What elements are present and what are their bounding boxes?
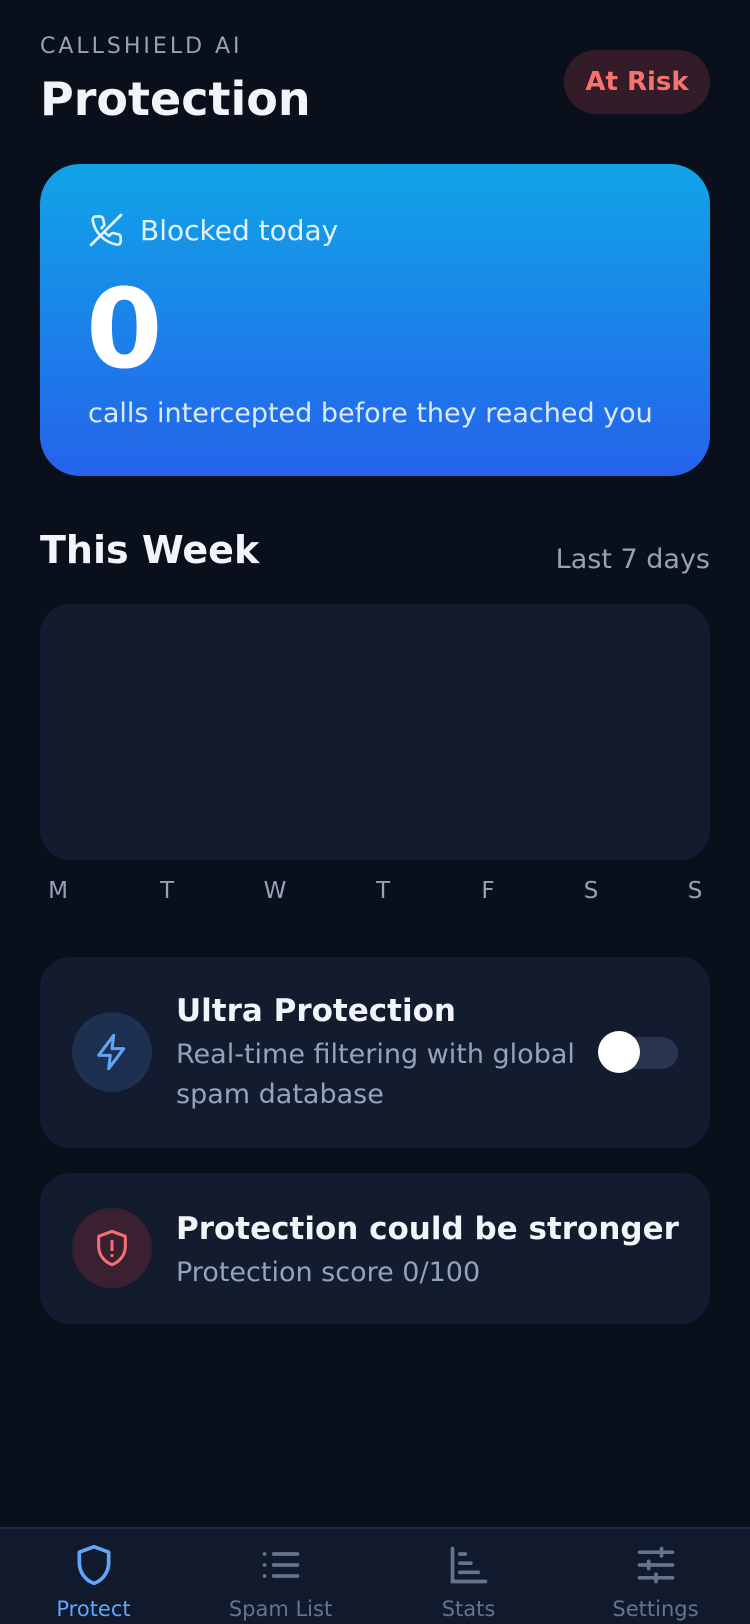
week-range-label: Last 7 days — [555, 544, 710, 575]
bar-chart-icon — [450, 1546, 487, 1584]
nav-item-spam-list[interactable]: Spam List — [187, 1543, 374, 1621]
day-label-wed: W — [263, 878, 287, 904]
app-brand: CALLSHIELD AI — [40, 34, 243, 59]
shield-alert-icon — [97, 1229, 127, 1267]
blocked-header: Blocked today — [88, 212, 338, 248]
day-label-mon: M — [48, 878, 68, 904]
toggle-knob — [598, 1031, 640, 1073]
phone-blocked-icon — [89, 213, 123, 247]
blocked-count: 0 — [86, 265, 163, 393]
nav-item-settings[interactable]: Settings — [562, 1543, 749, 1621]
blocked-today-card[interactable]: Blocked today 0 calls intercepted before… — [40, 164, 710, 476]
day-label-thu: T — [375, 878, 391, 904]
score-title: Protection could be stronger — [176, 1211, 679, 1247]
blocked-subtitle: calls intercepted before they reached yo… — [88, 398, 653, 429]
nav-label-stats: Stats — [441, 1597, 496, 1621]
score-icon-circle — [72, 1208, 152, 1288]
day-label-tue: T — [159, 878, 175, 904]
app-root: CALLSHIELD AI Protection At Risk Blocked… — [0, 0, 750, 1624]
nav-item-protect[interactable]: Protect — [0, 1543, 187, 1621]
ultra-icon-circle — [72, 1012, 152, 1092]
day-label-fri: F — [481, 878, 495, 904]
shield-icon — [77, 1544, 110, 1586]
sliders-icon — [637, 1546, 674, 1584]
page-title: Protection — [40, 72, 311, 126]
status-badge[interactable]: At Risk — [564, 50, 710, 114]
nav-item-stats[interactable]: Stats — [375, 1543, 562, 1621]
nav-label-settings: Settings — [612, 1597, 699, 1621]
day-label-sat: S — [583, 878, 599, 904]
list-icon — [262, 1552, 299, 1578]
nav-label-spam-list: Spam List — [228, 1597, 333, 1621]
blocked-label: Blocked today — [140, 213, 339, 247]
week-section-title: This Week — [40, 528, 260, 572]
lightning-icon — [97, 1033, 126, 1071]
bottom-nav: Protect Spam List Stats Settings — [0, 1527, 750, 1624]
ultra-title: Ultra Protection — [176, 993, 456, 1029]
ultra-protection-toggle[interactable] — [598, 1031, 678, 1073]
protection-score-card[interactable]: Protection could be stronger Protection … — [40, 1173, 710, 1324]
score-description: Protection score 0/100 — [176, 1257, 481, 1288]
day-labels: M T W T F S S — [40, 878, 710, 908]
day-label-sun: S — [687, 878, 703, 904]
nav-label-protect: Protect — [56, 1597, 131, 1621]
ultra-description: Real-time filtering with global spam dat… — [176, 1039, 575, 1110]
weekly-chart — [40, 604, 710, 860]
ultra-protection-card: Ultra Protection Real-time filtering wit… — [40, 957, 710, 1148]
